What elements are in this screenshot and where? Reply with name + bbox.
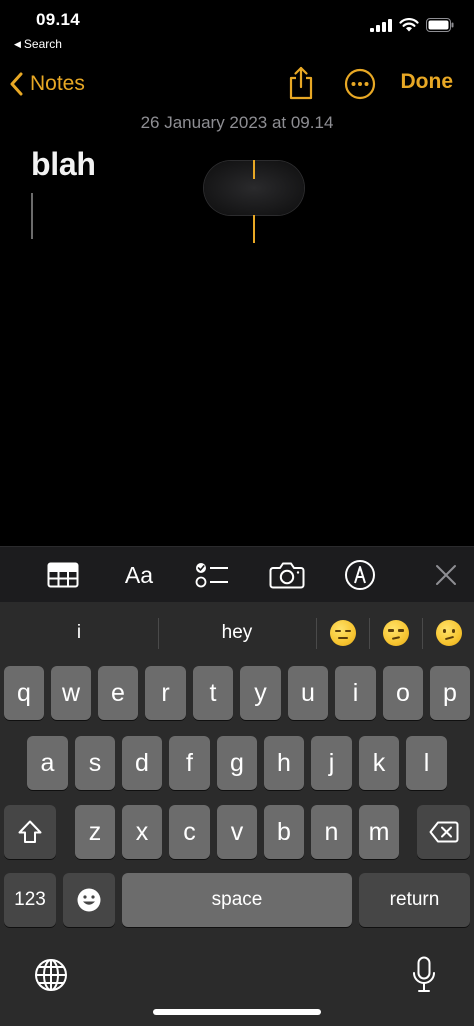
key-i[interactable]: i: [335, 666, 376, 720]
emoji-suggestion-3[interactable]: [423, 616, 474, 650]
home-indicator[interactable]: [153, 1009, 321, 1015]
suggestion-2[interactable]: hey: [159, 616, 315, 650]
key-c[interactable]: c: [169, 805, 210, 859]
text-caret: [31, 193, 33, 239]
table-icon: [47, 562, 79, 588]
back-to-notes-button[interactable]: Notes: [10, 68, 85, 100]
more-button[interactable]: [344, 68, 376, 100]
key-p[interactable]: p: [430, 666, 470, 720]
key-t[interactable]: t: [193, 666, 233, 720]
emoji-suggestion-1[interactable]: [317, 616, 369, 650]
checklist-button[interactable]: [194, 547, 230, 603]
emoji-suggestion-2[interactable]: [370, 616, 422, 650]
key-z[interactable]: z: [75, 805, 115, 859]
key-a[interactable]: a: [27, 736, 68, 790]
more-icon: [344, 68, 376, 100]
back-app-label: Search: [23, 37, 62, 51]
chevron-left-icon: [10, 72, 23, 96]
camera-icon: [269, 562, 305, 589]
backspace-key[interactable]: [417, 805, 470, 859]
key-y[interactable]: y: [240, 666, 281, 720]
key-m[interactable]: m: [359, 805, 399, 859]
key-f[interactable]: f: [169, 736, 210, 790]
globe-icon: [35, 959, 67, 991]
format-toolbar: Aa: [0, 546, 474, 602]
back-label: Notes: [30, 72, 85, 95]
format-button[interactable]: Aa: [118, 547, 160, 603]
keyboard: i hey q w e r t y u i o p a s d f g h j …: [0, 602, 474, 1026]
table-button[interactable]: [44, 547, 82, 603]
numbers-key[interactable]: 123: [4, 873, 56, 927]
share-button[interactable]: [286, 66, 316, 100]
key-x[interactable]: x: [122, 805, 162, 859]
cellular-signal-icon: [370, 18, 392, 32]
key-e[interactable]: e: [98, 666, 138, 720]
key-r[interactable]: r: [145, 666, 186, 720]
suggestion-1[interactable]: i: [0, 616, 158, 650]
markup-icon: [345, 560, 375, 590]
status-time: 09.14: [36, 10, 81, 29]
markup-button[interactable]: [342, 547, 378, 603]
key-n[interactable]: n: [311, 805, 352, 859]
share-icon: [289, 66, 313, 100]
close-icon: [436, 565, 456, 585]
backspace-icon: [429, 821, 458, 843]
checklist-icon: [195, 563, 228, 588]
globe-button[interactable]: [32, 956, 70, 994]
key-o[interactable]: o: [383, 666, 423, 720]
note-date: 26 January 2023 at 09.14: [140, 113, 334, 132]
key-j[interactable]: j: [311, 736, 352, 790]
confused-face-icon: [435, 620, 462, 646]
key-u[interactable]: u: [288, 666, 328, 720]
note-title[interactable]: blah: [31, 146, 96, 183]
key-k[interactable]: k: [359, 736, 399, 790]
key-l[interactable]: l: [406, 736, 447, 790]
suggestion-bar: i hey: [0, 602, 474, 664]
shift-key[interactable]: [4, 805, 56, 859]
key-d[interactable]: d: [122, 736, 162, 790]
battery-icon: [426, 18, 454, 32]
return-key[interactable]: return: [359, 873, 470, 927]
unamused-face-icon: [383, 620, 409, 646]
key-h[interactable]: h: [264, 736, 304, 790]
done-button[interactable]: Done: [401, 70, 454, 94]
emoji-key[interactable]: [63, 873, 115, 927]
key-g[interactable]: g: [217, 736, 257, 790]
key-w[interactable]: w: [51, 666, 91, 720]
dictation-button[interactable]: [408, 954, 440, 996]
key-b[interactable]: b: [264, 805, 304, 859]
emoji-icon: [77, 888, 101, 912]
key-s[interactable]: s: [75, 736, 115, 790]
floating-cursor-line-bottom: [253, 215, 255, 243]
close-toolbar-button[interactable]: [430, 547, 462, 603]
wifi-icon: [399, 18, 419, 32]
floating-cursor-line-top: [253, 160, 255, 179]
key-q[interactable]: q: [4, 666, 44, 720]
camera-button[interactable]: [268, 547, 306, 603]
space-key[interactable]: space: [122, 873, 352, 927]
shift-icon: [18, 820, 42, 843]
back-to-app-link[interactable]: ◀ Search: [14, 37, 62, 51]
expressionless-face-icon: [330, 620, 356, 646]
microphone-icon: [413, 956, 435, 992]
status-icons: [370, 18, 454, 32]
back-triangle-icon: ◀: [14, 38, 21, 49]
key-v[interactable]: v: [217, 805, 257, 859]
